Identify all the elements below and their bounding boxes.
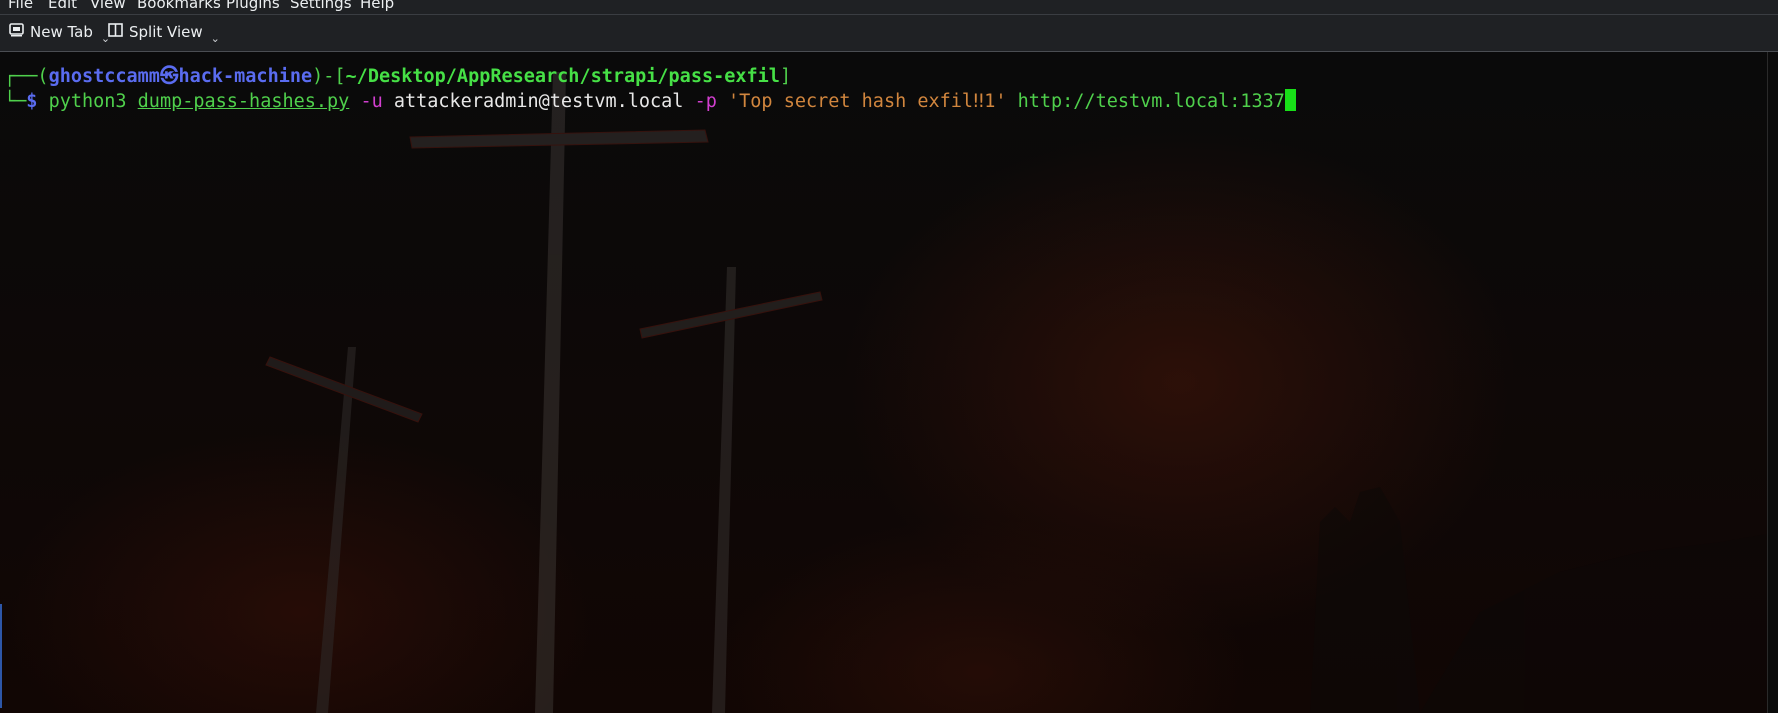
- command-script: dump-pass-hashes.py: [137, 91, 350, 112]
- chevron-down-icon[interactable]: ⌄: [211, 32, 220, 45]
- menu-bookmarks[interactable]: Bookmarks: [137, 0, 221, 12]
- prompt-cwd: ~/Desktop/AppResearch/strapi/pass-exfil: [345, 66, 780, 87]
- prompt-frame: )-[: [312, 66, 346, 87]
- menu-help[interactable]: Help: [360, 0, 394, 12]
- command-flag-u: -u: [360, 91, 383, 112]
- command-password-value: 'Top secret hash exfil‼1': [728, 91, 1007, 112]
- command-line[interactable]: └─$ python3 dump-pass-hashes.py -u attac…: [4, 89, 1296, 114]
- prompt-user: ghostccamm: [48, 66, 160, 87]
- scrollbar[interactable]: [1767, 52, 1778, 713]
- prompt-frame: ┌──(: [4, 66, 49, 87]
- menu-plugins[interactable]: Plugins: [226, 0, 280, 12]
- terminal-view[interactable]: ┌──(ghostccamm㉿hack-machine)-[~/Desktop/…: [0, 52, 1778, 713]
- split-view-icon: [108, 23, 123, 41]
- new-tab-label: New Tab: [30, 23, 93, 41]
- command-program: python3: [48, 91, 127, 112]
- prompt-frame: └─: [4, 91, 27, 112]
- prompt-frame: ]: [779, 66, 792, 87]
- prompt-at-symbol: ㉿: [159, 66, 179, 87]
- text-cursor: [1284, 89, 1296, 111]
- split-view-label: Split View: [129, 23, 203, 41]
- menu-edit[interactable]: Edit: [48, 0, 77, 12]
- menu-bar: File Edit View Bookmarks Plugins Setting…: [0, 0, 1778, 15]
- command-flag-p: -p: [694, 91, 717, 112]
- menu-file[interactable]: File: [8, 0, 33, 12]
- terminal-tab-icon: [9, 23, 24, 41]
- split-view-button[interactable]: Split View ⌄: [108, 21, 220, 45]
- menu-view[interactable]: View: [90, 0, 126, 12]
- toolbar: New Tab ⌄ Split View ⌄: [0, 15, 1778, 52]
- prompt-line: ┌──(ghostccamm㉿hack-machine)-[~/Desktop/…: [4, 65, 791, 89]
- wallpaper-crosses: [265, 72, 1778, 713]
- new-tab-button[interactable]: New Tab ⌄: [9, 21, 110, 45]
- left-edge-indicator: [0, 604, 2, 708]
- command-user-value: attackeradmin@testvm.local: [393, 91, 684, 112]
- prompt-host: hack-machine: [178, 66, 313, 87]
- prompt-dollar: $: [26, 91, 38, 112]
- command-url: http://testvm.local:1337: [1017, 91, 1285, 112]
- menu-settings[interactable]: Settings: [290, 0, 352, 12]
